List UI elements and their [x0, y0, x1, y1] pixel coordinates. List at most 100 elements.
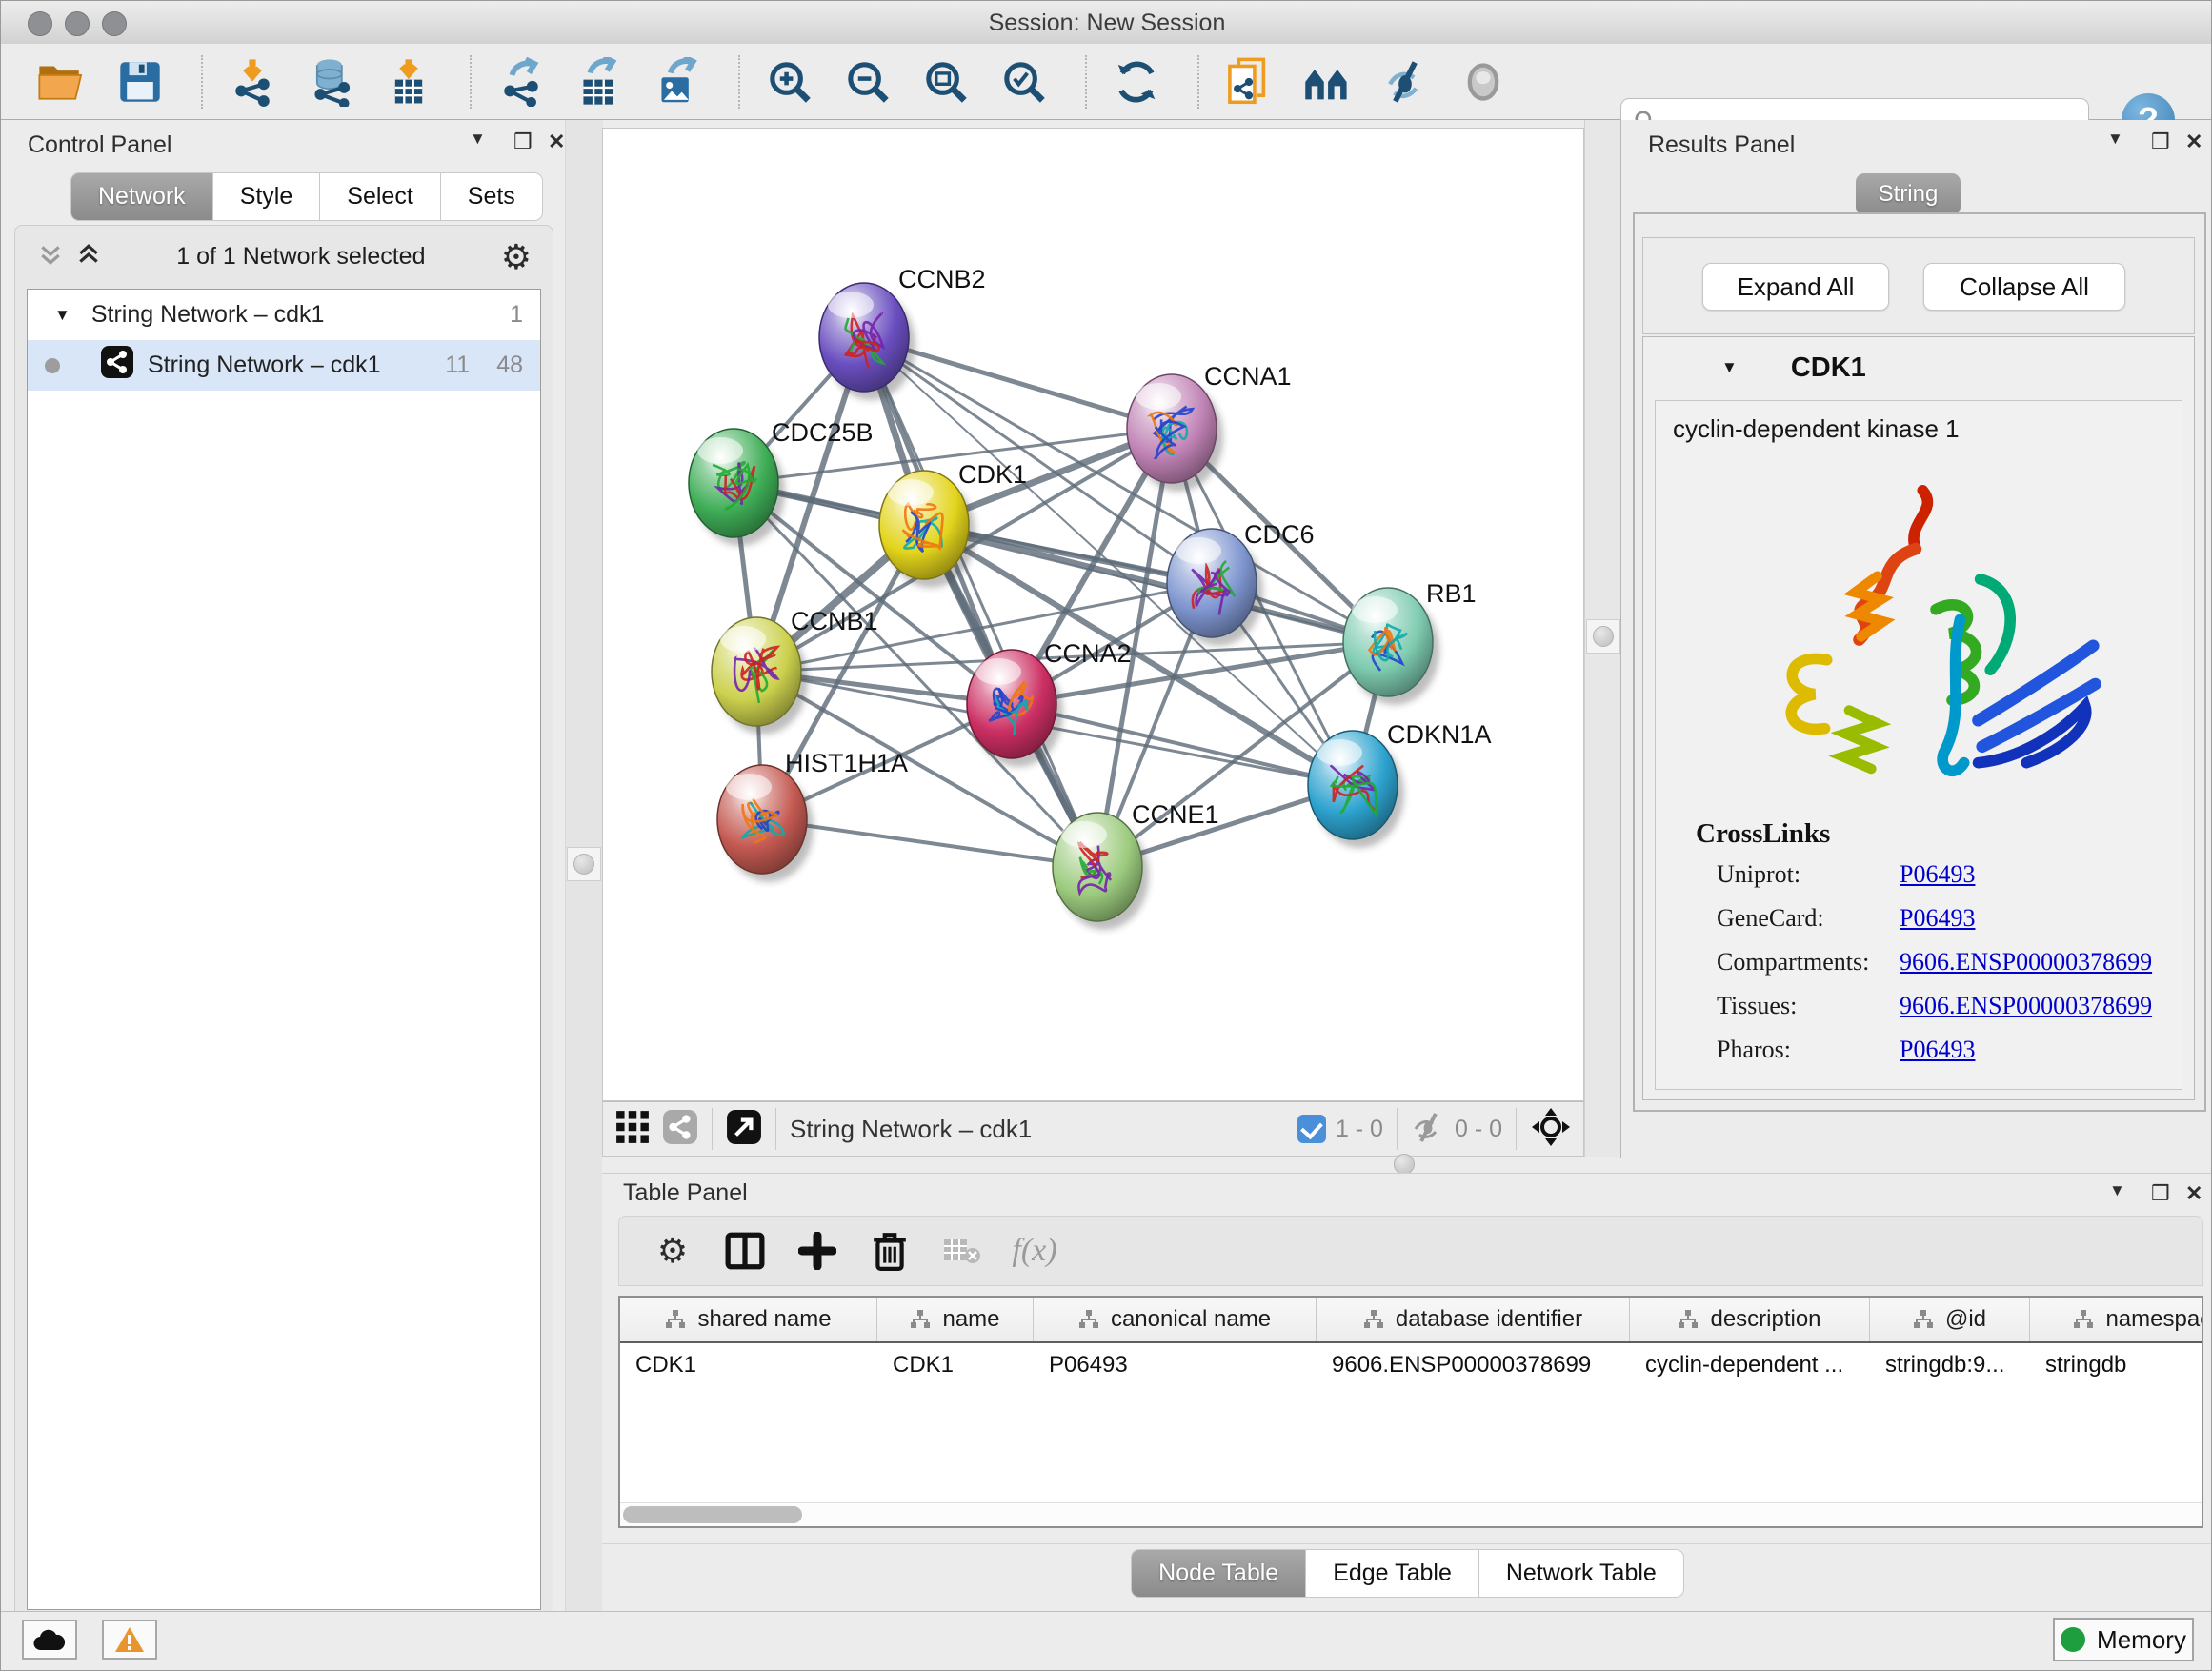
- memory-button[interactable]: Memory: [2053, 1618, 2194, 1661]
- network-node-cdc25b[interactable]: [689, 429, 785, 546]
- panel-close-icon[interactable]: ✕: [548, 130, 565, 154]
- show-all-icon[interactable]: [1458, 57, 1508, 107]
- panel-menu-icon[interactable]: ▼: [2107, 130, 2123, 149]
- network-node-rb1[interactable]: [1343, 588, 1439, 705]
- export-network-icon[interactable]: [496, 57, 546, 107]
- panel-menu-icon[interactable]: ▼: [470, 130, 486, 149]
- gene-expander-icon[interactable]: ▼: [1721, 358, 1738, 377]
- table-cell[interactable]: CDK1: [620, 1352, 877, 1379]
- crosslink-genecard-link[interactable]: P06493: [1900, 904, 1975, 933]
- column-header-description[interactable]: description: [1630, 1298, 1870, 1341]
- column-header-namespace[interactable]: namespace: [2030, 1298, 2203, 1341]
- protein-structure-image: [1722, 460, 2113, 803]
- zoom-in-icon[interactable]: [765, 57, 814, 107]
- node-label-ccne1: CCNE1: [1132, 800, 1219, 829]
- column-header-database-identifier[interactable]: database identifier: [1317, 1298, 1630, 1341]
- collapse-all-icon[interactable]: [38, 242, 63, 272]
- node-label-cdkn1a: CDKN1A: [1387, 720, 1492, 749]
- collection-expander-icon[interactable]: ▼: [54, 306, 70, 325]
- column-header-shared-name[interactable]: shared name: [620, 1298, 877, 1341]
- table-options-gear-icon[interactable]: ⚙: [646, 1227, 699, 1275]
- table-cell[interactable]: stringdb: [2030, 1352, 2203, 1379]
- toolbar-separator: [712, 1108, 713, 1150]
- network-node-ccne1[interactable]: [1053, 813, 1149, 930]
- create-column-icon[interactable]: [791, 1227, 844, 1275]
- refresh-network-icon[interactable]: [1112, 57, 1161, 107]
- panel-menu-icon[interactable]: ▼: [2109, 1181, 2125, 1200]
- crosslink-pharos-link[interactable]: P06493: [1900, 1036, 1975, 1064]
- right-splitter-handle[interactable]: [1586, 619, 1620, 654]
- gene-section-header[interactable]: ▼ CDK1: [1643, 337, 2194, 398]
- network-edge[interactable]: [864, 337, 1097, 867]
- hide-selected-icon[interactable]: [1380, 57, 1430, 107]
- import-network-from-file-icon[interactable]: [228, 57, 277, 107]
- export-table-icon[interactable]: [574, 57, 624, 107]
- selected-nodes-checkbox-icon[interactable]: [1297, 1115, 1326, 1143]
- scrollbar-thumb[interactable]: [623, 1506, 802, 1523]
- expand-all-icon[interactable]: [76, 242, 101, 272]
- crosslink-compartments-link[interactable]: 9606.ENSP00000378699: [1900, 948, 2152, 976]
- crosslink-label: GeneCard:: [1717, 904, 1900, 933]
- import-network-from-database-icon[interactable]: [306, 57, 355, 107]
- zoom-selected-icon[interactable]: [999, 57, 1049, 107]
- crosslink-uniprot-link[interactable]: P06493: [1900, 860, 1975, 889]
- import-table-from-file-icon[interactable]: [384, 57, 433, 107]
- tab-edge-table[interactable]: Edge Table: [1306, 1549, 1479, 1598]
- table-horizontal-scrollbar[interactable]: [620, 1502, 2202, 1526]
- save-session-icon[interactable]: [115, 57, 165, 107]
- tab-network[interactable]: Network: [70, 172, 213, 221]
- tab-style[interactable]: Style: [213, 172, 321, 221]
- left-splitter-handle[interactable]: [567, 847, 601, 881]
- table-row[interactable]: CDK1CDK1P064939606.ENSP00000378699cyclin…: [620, 1343, 2202, 1386]
- panel-close-icon[interactable]: ✕: [2185, 130, 2202, 154]
- detach-view-icon[interactable]: [726, 1109, 762, 1150]
- tab-select[interactable]: Select: [320, 172, 440, 221]
- network-canvas[interactable]: CCNB2CCNA1CDC25BCDK1CDC6RB1CCNB1CCNA2CDK…: [602, 128, 1584, 1101]
- network-list-container: 1 of 1 Network selected ⚙ ▼ String Netwo…: [14, 225, 553, 1622]
- network-node-count: 11: [445, 352, 470, 379]
- panel-close-icon[interactable]: ✕: [2185, 1181, 2202, 1206]
- zoom-out-icon[interactable]: [843, 57, 893, 107]
- network-collection-row[interactable]: ▼ String Network – cdk1 1: [28, 290, 540, 340]
- network-node-hist1h1a[interactable]: [717, 765, 814, 882]
- panel-float-icon[interactable]: ❒: [2151, 1181, 2170, 1206]
- table-cell[interactable]: P06493: [1034, 1352, 1317, 1379]
- export-image-icon[interactable]: [653, 57, 702, 107]
- grid-view-icon[interactable]: [614, 1109, 651, 1150]
- birds-eye-view-icon[interactable]: [1530, 1106, 1572, 1153]
- column-header-name[interactable]: name: [877, 1298, 1034, 1341]
- warnings-button[interactable]: [102, 1620, 157, 1660]
- table-cell[interactable]: CDK1: [877, 1352, 1034, 1379]
- string-results-container: Expand All Collapse All ▼ CDK1 cyclin-de…: [1633, 212, 2206, 1112]
- network-node-ccna1[interactable]: [1127, 374, 1223, 492]
- open-session-icon[interactable]: [37, 57, 87, 107]
- column-header-canonical-name[interactable]: canonical name: [1034, 1298, 1317, 1341]
- network-node-ccnb2[interactable]: [819, 283, 915, 400]
- tab-string[interactable]: String: [1856, 173, 1961, 215]
- show-columns-icon[interactable]: [718, 1227, 772, 1275]
- cloud-status-button[interactable]: [22, 1620, 77, 1660]
- crosslink-tissues-link[interactable]: 9606.ENSP00000378699: [1900, 992, 2152, 1020]
- first-neighbors-icon[interactable]: [1302, 57, 1352, 107]
- tab-node-table[interactable]: Node Table: [1131, 1549, 1306, 1598]
- network-share-icon[interactable]: [662, 1109, 698, 1150]
- expand-all-button[interactable]: Expand All: [1702, 263, 1889, 311]
- table-cell[interactable]: 9606.ENSP00000378699: [1317, 1352, 1630, 1379]
- new-network-from-selection-icon[interactable]: [1224, 57, 1274, 107]
- tab-network-table[interactable]: Network Table: [1479, 1549, 1684, 1598]
- network-list-options-gear-icon[interactable]: ⚙: [501, 240, 532, 274]
- panel-float-icon[interactable]: ❒: [2151, 130, 2170, 154]
- collapse-all-button[interactable]: Collapse All: [1923, 263, 2125, 311]
- column-header--id[interactable]: @id: [1870, 1298, 2030, 1341]
- delete-column-trash-icon[interactable]: [863, 1227, 916, 1275]
- column-type-icon: [1913, 1309, 1934, 1330]
- window-title: Session: New Session: [1, 10, 2212, 37]
- hidden-eye-icon[interactable]: [1411, 1110, 1445, 1149]
- table-cell[interactable]: cyclin-dependent ...: [1630, 1352, 1870, 1379]
- tab-sets[interactable]: Sets: [441, 172, 543, 221]
- toolbar-separator: [201, 55, 203, 109]
- zoom-fit-icon[interactable]: [921, 57, 971, 107]
- table-cell[interactable]: stringdb:9...: [1870, 1352, 2030, 1379]
- network-row[interactable]: String Network – cdk1 11 48: [28, 340, 540, 391]
- panel-float-icon[interactable]: ❒: [513, 130, 533, 154]
